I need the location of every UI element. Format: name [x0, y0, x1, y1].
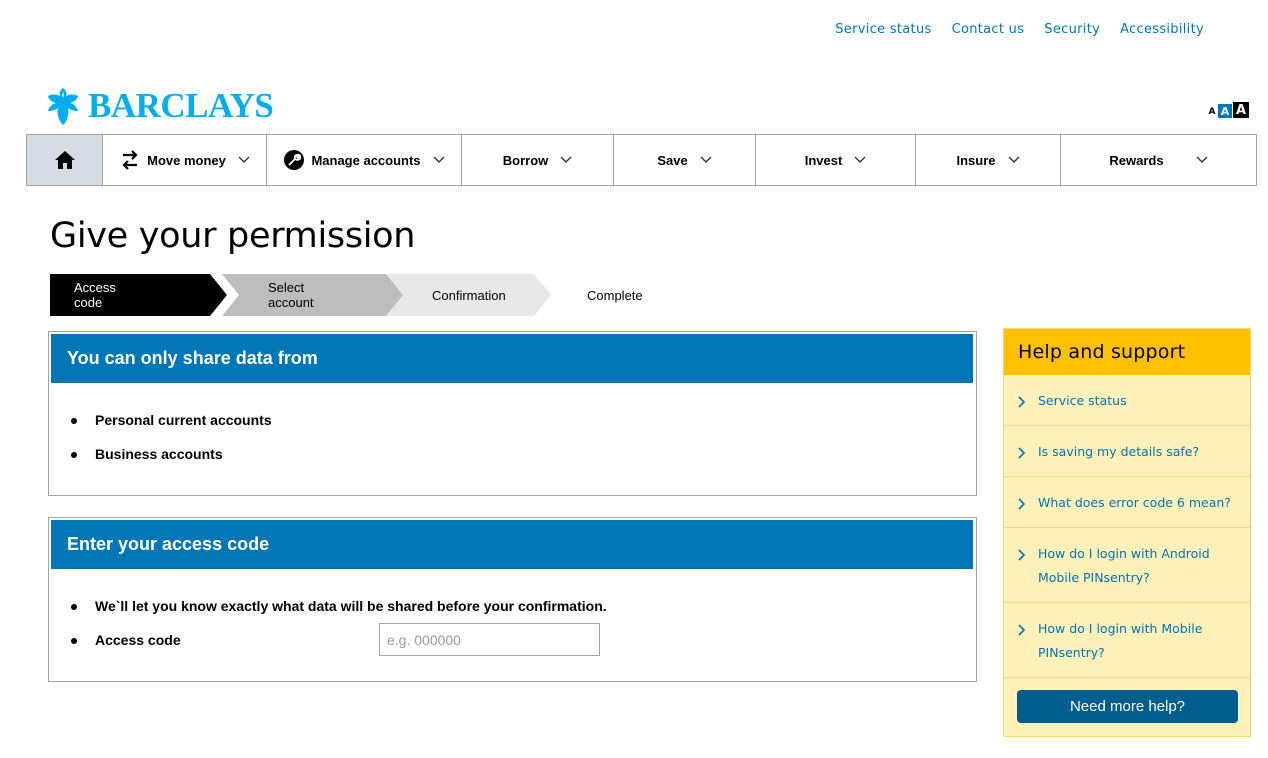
chevron-right-icon — [1018, 624, 1026, 636]
nav-borrow[interactable]: Borrow — [461, 135, 613, 185]
chevron-right-icon — [1018, 447, 1026, 459]
text-size-medium-button[interactable]: A — [1218, 104, 1232, 118]
access-code-list: We`ll let you know exactly what data wil… — [49, 569, 976, 659]
list-item: Personal current accounts — [69, 405, 976, 439]
nav-move-money-label: Move money — [147, 152, 226, 168]
chevron-down-icon — [700, 156, 712, 163]
help-link-saving-details[interactable]: Is saving my details safe? — [1004, 426, 1250, 477]
share-data-panel: You can only share data from Personal cu… — [48, 331, 977, 496]
chevron-right-icon — [1018, 396, 1026, 408]
nav-rewards[interactable]: Rewards — [1060, 135, 1256, 185]
chevron-right-icon — [1018, 498, 1026, 510]
help-link-label: What does error code 6 mean? — [1038, 495, 1231, 510]
step-confirmation: Confirmation — [432, 287, 506, 303]
main-nav: Move money Manage accounts Borrow Save I… — [26, 134, 1257, 186]
steps-background — [50, 274, 551, 316]
help-title: Help and support — [1004, 329, 1250, 375]
access-code-label: Access code — [95, 632, 181, 648]
chevron-down-icon — [1008, 156, 1019, 163]
access-code-row: Access code — [69, 623, 976, 659]
nav-home-button[interactable] — [27, 135, 102, 185]
access-panel-title: Enter your access code — [51, 520, 973, 569]
barclays-logo[interactable]: BARCLAYS — [44, 86, 274, 126]
data-sharing-note: We`ll let you know exactly what data wil… — [69, 591, 976, 625]
need-more-help-button[interactable]: Need more help? — [1017, 690, 1238, 723]
help-link-error-code[interactable]: What does error code 6 mean? — [1004, 477, 1250, 528]
chevron-down-icon — [433, 156, 445, 163]
text-size-large-button[interactable]: A — [1233, 102, 1249, 118]
chevron-down-icon — [560, 156, 572, 163]
step-access-code: Access code — [74, 280, 116, 310]
step-select-account: Select account — [268, 280, 314, 310]
security-link[interactable]: Security — [1044, 22, 1100, 37]
nav-save-label: Save — [657, 152, 688, 168]
share-panel-title: You can only share data from — [51, 334, 973, 383]
text-size-controls: A A A — [1207, 102, 1249, 118]
help-and-support-panel: Help and support Service status Is savin… — [1003, 328, 1251, 737]
contact-us-link[interactable]: Contact us — [952, 22, 1025, 37]
service-status-link[interactable]: Service status — [835, 22, 931, 37]
chevron-down-icon — [1196, 156, 1208, 163]
help-link-service-status[interactable]: Service status — [1004, 375, 1250, 426]
utility-links: Service status Contact us Security Acces… — [835, 22, 1204, 37]
help-link-label: How do I login with Android Mobile PINse… — [1038, 546, 1210, 585]
list-item: Business accounts — [69, 439, 976, 473]
help-link-android-pinsentry[interactable]: How do I login with Android Mobile PINse… — [1004, 528, 1250, 603]
step-complete: Complete — [587, 287, 643, 303]
share-account-list: Personal current accounts Business accou… — [49, 383, 976, 473]
chevron-down-icon — [854, 156, 866, 163]
eagle-logo-icon — [48, 88, 78, 125]
nav-manage-accounts[interactable]: Manage accounts — [266, 135, 461, 185]
help-links: Service status Is saving my details safe… — [1004, 375, 1250, 678]
home-icon — [54, 151, 75, 169]
chevron-right-icon — [1018, 549, 1026, 561]
nav-manage-accounts-label: Manage accounts — [311, 152, 421, 168]
nav-save[interactable]: Save — [613, 135, 755, 185]
nav-insure[interactable]: Insure — [915, 135, 1060, 185]
nav-insure-label: Insure — [956, 152, 996, 168]
chevron-down-icon — [238, 156, 250, 163]
text-size-small-button[interactable]: A — [1207, 106, 1217, 118]
brand-name: BARCLAYS — [88, 86, 274, 125]
access-code-input[interactable] — [379, 623, 600, 656]
nav-invest[interactable]: Invest — [755, 135, 915, 185]
page-title: Give your permission — [50, 216, 416, 256]
help-link-mobile-pinsentry[interactable]: How do I login with Mobile PINsentry? — [1004, 603, 1250, 678]
accessibility-link[interactable]: Accessibility — [1120, 22, 1204, 37]
nav-borrow-label: Borrow — [502, 152, 549, 168]
nav-move-money[interactable]: Move money — [102, 135, 266, 185]
help-link-label: Service status — [1038, 393, 1127, 408]
help-link-label: How do I login with Mobile PINsentry? — [1038, 621, 1203, 660]
help-link-label: Is saving my details safe? — [1038, 444, 1200, 459]
nav-invest-label: Invest — [804, 152, 843, 168]
access-code-panel: Enter your access code We`ll let you kno… — [48, 517, 977, 682]
wrench-circle-icon — [284, 150, 305, 170]
nav-rewards-label: Rewards — [1109, 152, 1164, 168]
transfer-arrows-icon — [122, 150, 138, 170]
